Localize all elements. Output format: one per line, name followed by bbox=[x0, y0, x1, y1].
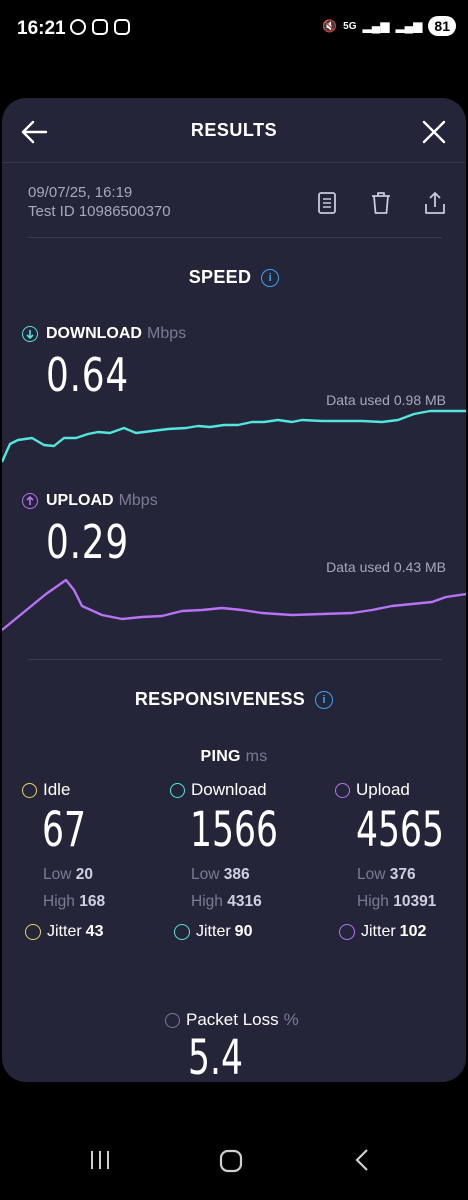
divider bbox=[28, 237, 442, 238]
calendar-icon bbox=[92, 19, 108, 35]
ping-download-jitter-label: Jitter bbox=[196, 923, 231, 940]
ping-download-label: Download bbox=[170, 780, 267, 800]
responsiveness-info-icon[interactable]: i bbox=[315, 691, 334, 710]
share-icon[interactable] bbox=[422, 190, 448, 216]
ping-upload-high-label: High bbox=[357, 893, 389, 910]
ping-idle-label: Idle bbox=[22, 780, 70, 800]
ping-download-high-value: 4316 bbox=[227, 893, 262, 910]
ping-download-high-label: High bbox=[191, 893, 223, 910]
ping-upload-label: Upload bbox=[335, 780, 410, 800]
speed-info-icon[interactable]: i bbox=[261, 269, 280, 288]
ping-download-jitter-value: 90 bbox=[234, 923, 253, 940]
ping-upload-value: 4565 bbox=[356, 802, 444, 858]
details-icon[interactable] bbox=[314, 190, 340, 216]
packet-loss-value: 5.4 bbox=[188, 1030, 243, 1082]
ping-idle-jitter-label: Jitter bbox=[47, 923, 82, 940]
status-right: 🔇 5G ▂▄▆ ▂▄▆ 81 bbox=[322, 16, 456, 36]
test-id: Test ID 10986500370 bbox=[28, 203, 171, 220]
upload-label-text: UPLOAD bbox=[46, 492, 114, 509]
responsiveness-section-title: RESPONSIVENESS i bbox=[2, 689, 466, 710]
packet-loss-icon bbox=[165, 1012, 180, 1028]
download-speed-value: 0.64 bbox=[46, 348, 130, 402]
upload-ping-icon bbox=[335, 782, 350, 798]
results-card: RESULTS 09/07/25, 16:19 Test ID 10986500… bbox=[2, 98, 466, 1082]
download-ping-icon bbox=[170, 782, 185, 798]
mute-icon: 🔇 bbox=[322, 19, 338, 33]
jitter-icon bbox=[174, 924, 190, 940]
download-arrow-icon bbox=[22, 326, 38, 342]
ping-upload-jitter: Jitter 102 bbox=[339, 923, 426, 941]
ping-upload-high: High 10391 bbox=[357, 893, 436, 911]
jitter-icon bbox=[25, 924, 41, 940]
jitter-icon bbox=[339, 924, 355, 940]
call-icon bbox=[70, 19, 86, 35]
ping-upload-jitter-label: Jitter bbox=[361, 923, 396, 940]
ping-upload-label-text: Upload bbox=[356, 780, 410, 799]
upload-unit: Mbps bbox=[118, 492, 158, 509]
packet-loss-unit: % bbox=[283, 1010, 299, 1029]
download-unit: Mbps bbox=[146, 325, 187, 342]
status-time: 16:21 bbox=[17, 18, 66, 39]
ping-idle-high: High 168 bbox=[43, 893, 105, 911]
ping-upload-high-value: 10391 bbox=[393, 893, 437, 910]
ping-download-jitter: Jitter 90 bbox=[174, 923, 252, 941]
idle-label-text: Idle bbox=[43, 780, 71, 799]
recent-apps-icon[interactable] bbox=[88, 1148, 112, 1172]
ping-download-value: 1566 bbox=[190, 802, 278, 858]
ping-idle-low-value: 20 bbox=[75, 866, 93, 883]
download-label: DOWNLOAD Mbps bbox=[22, 325, 186, 343]
ping-download-low: Low 386 bbox=[191, 866, 250, 884]
ping-download-label-text: Download bbox=[191, 780, 267, 799]
back-nav-icon[interactable] bbox=[352, 1148, 372, 1172]
ping-upload-low: Low 376 bbox=[357, 866, 416, 884]
network-type: 5G bbox=[343, 20, 357, 32]
ping-idle-jitter-value: 43 bbox=[85, 923, 104, 940]
battery-indicator: 81 bbox=[428, 16, 456, 36]
ping-upload-jitter-value: 102 bbox=[399, 923, 427, 940]
ping-idle-value: 67 bbox=[42, 802, 86, 858]
ping-idle-high-label: High bbox=[43, 893, 75, 910]
close-icon[interactable] bbox=[420, 118, 448, 146]
divider bbox=[28, 659, 442, 660]
ping-upload-low-label: Low bbox=[357, 866, 386, 883]
ping-idle-low: Low 20 bbox=[43, 866, 93, 884]
ping-download-low-value: 386 bbox=[223, 866, 250, 883]
download-speed-graph bbox=[2, 409, 466, 463]
responsiveness-title-text: RESPONSIVENESS bbox=[134, 689, 306, 709]
upload-speed-graph bbox=[2, 578, 466, 631]
ping-download-high: High 4316 bbox=[191, 893, 262, 911]
ping-label-text: PING bbox=[200, 748, 241, 765]
signal-icon-2: ▂▄▆ bbox=[395, 19, 423, 33]
upload-label: UPLOAD Mbps bbox=[22, 492, 158, 510]
speed-section-title: SPEED i bbox=[2, 267, 466, 288]
packet-loss-label: Packet Loss % bbox=[165, 1010, 299, 1030]
ping-upload-low-value: 376 bbox=[389, 866, 416, 883]
test-date: 09/07/25, 16:19 bbox=[28, 184, 133, 201]
idle-icon bbox=[22, 782, 37, 798]
ping-idle-high-value: 168 bbox=[79, 893, 106, 910]
page-title: RESULTS bbox=[190, 120, 278, 140]
home-icon[interactable] bbox=[218, 1148, 244, 1174]
ping-idle-low-label: Low bbox=[43, 866, 72, 883]
ping-idle-jitter: Jitter 43 bbox=[25, 923, 103, 941]
status-bar: 16:21 🔇 5G ▂▄▆ ▂▄▆ 81 bbox=[0, 0, 468, 60]
upload-speed-value: 0.29 bbox=[46, 515, 130, 569]
packet-loss-label-text: Packet Loss bbox=[186, 1010, 279, 1029]
instagram-icon bbox=[114, 19, 130, 35]
results-header: RESULTS bbox=[2, 98, 466, 163]
speed-title-text: SPEED bbox=[188, 267, 252, 287]
download-label-text: DOWNLOAD bbox=[46, 325, 142, 342]
signal-icon: ▂▄▆ bbox=[362, 19, 390, 33]
notification-icons bbox=[70, 19, 130, 35]
delete-icon[interactable] bbox=[368, 190, 394, 216]
upload-arrow-icon bbox=[22, 493, 38, 509]
ping-download-low-label: Low bbox=[191, 866, 220, 883]
ping-label: PING ms bbox=[2, 748, 466, 766]
navigation-bar bbox=[0, 1130, 468, 1200]
ping-unit: ms bbox=[245, 748, 268, 765]
